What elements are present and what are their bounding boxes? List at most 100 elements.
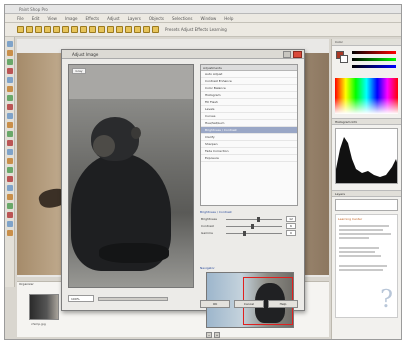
filter-item[interactable]: Sharpen	[201, 141, 297, 148]
tool-icon[interactable]	[7, 104, 13, 110]
tool-icon[interactable]	[7, 212, 13, 218]
tool-icon[interactable]	[7, 50, 13, 56]
zoom-field[interactable]: 100%	[68, 295, 94, 302]
toolbar-button-icon[interactable]	[53, 26, 60, 33]
toolbar-button-icon[interactable]	[62, 26, 69, 33]
toolbar-button-icon[interactable]	[98, 26, 105, 33]
toolbar-button-icon[interactable]	[80, 26, 87, 33]
filter-item[interactable]: Brightness / Contrast	[201, 127, 297, 134]
menu-item[interactable]: Edit	[32, 16, 40, 21]
menu-item[interactable]: Layers	[128, 16, 141, 21]
cancel-button[interactable]: Cancel	[234, 300, 264, 308]
menu-item[interactable]: Image	[65, 16, 78, 21]
right-panel: Color Histogram Info Layers Learning Cen…	[331, 39, 401, 339]
zoom-in-button[interactable]: +	[214, 332, 220, 338]
slider-thumb[interactable]	[251, 224, 255, 229]
tool-icon[interactable]	[7, 140, 13, 146]
green-slider[interactable]	[352, 58, 396, 61]
red-slider[interactable]	[352, 51, 396, 54]
menu-item[interactable]: Effects	[85, 16, 99, 21]
tool-icon[interactable]	[7, 176, 13, 182]
blue-slider[interactable]	[352, 65, 396, 68]
toolbar-button-icon[interactable]	[143, 26, 150, 33]
toolbar-button-icon[interactable]	[89, 26, 96, 33]
preview-scrollbar[interactable]	[98, 297, 168, 301]
toolbar-button-icon[interactable]	[116, 26, 123, 33]
toolbar-button-icon[interactable]	[26, 26, 33, 33]
tool-icon[interactable]	[7, 221, 13, 227]
filter-item[interactable]: Histogram	[201, 92, 297, 99]
toolbar-button-icon[interactable]	[125, 26, 132, 33]
tool-icon[interactable]	[7, 158, 13, 164]
menu-item[interactable]: Objects	[149, 16, 164, 21]
dialog-help-button[interactable]: Help	[268, 300, 298, 308]
filter-item[interactable]: Levels	[201, 106, 297, 113]
tool-icon[interactable]	[7, 95, 13, 101]
preview-pane[interactable]: Gray	[68, 64, 194, 288]
learning-center-title: Learning Center	[338, 217, 363, 221]
slider-track[interactable]	[226, 233, 282, 234]
layers-list[interactable]	[335, 199, 398, 211]
help-icon[interactable]	[283, 51, 291, 58]
filter-item[interactable]: Hue/Sat/Lum	[201, 120, 297, 127]
toolbar-button-icon[interactable]	[107, 26, 114, 33]
filter-item[interactable]: Clarify	[201, 134, 297, 141]
menu-item[interactable]: Selections	[172, 16, 193, 21]
help-line	[339, 233, 391, 235]
filter-item[interactable]: Curves	[201, 113, 297, 120]
toolbar-button-icon[interactable]	[71, 26, 78, 33]
slider-value-field[interactable]: 6	[286, 223, 296, 229]
zoom-out-button[interactable]: −	[206, 332, 212, 338]
toolbar-button-icon[interactable]	[35, 26, 42, 33]
tool-icon[interactable]	[7, 77, 13, 83]
histogram-tab[interactable]: Histogram Info	[332, 118, 401, 125]
close-icon[interactable]	[293, 51, 302, 58]
tool-icon[interactable]	[7, 185, 13, 191]
color-tab[interactable]: Color	[332, 39, 401, 46]
menu-item[interactable]: Adjust	[107, 16, 120, 21]
tool-icon[interactable]	[7, 230, 13, 236]
tool-icon[interactable]	[7, 194, 13, 200]
tool-icon[interactable]	[7, 131, 13, 137]
slider-value-field[interactable]: 12	[286, 216, 296, 222]
color-spectrum[interactable]	[335, 78, 398, 114]
preview-toggle[interactable]: Gray	[72, 68, 86, 74]
image-thumbnail[interactable]	[29, 294, 59, 320]
menu-item[interactable]: Window	[201, 16, 217, 21]
toolbar-button-icon[interactable]	[44, 26, 51, 33]
tool-icon[interactable]	[7, 122, 13, 128]
slider-value-field[interactable]: 0	[286, 230, 296, 236]
menu-item[interactable]: View	[47, 16, 57, 21]
navigator-title: Navigator	[200, 266, 215, 270]
filter-item[interactable]: Contrast Enhance	[201, 78, 297, 85]
slider-thumb[interactable]	[242, 231, 246, 236]
toolbar-button-icon[interactable]	[17, 26, 24, 33]
filter-item[interactable]: Fade Correction	[201, 148, 297, 155]
menu-item[interactable]: File	[17, 16, 24, 21]
tool-icon[interactable]	[7, 167, 13, 173]
background-swatch[interactable]	[340, 55, 348, 63]
tool-icon[interactable]	[7, 113, 13, 119]
help-line[interactable]	[339, 251, 375, 253]
layers-tab[interactable]: Layers	[332, 190, 401, 197]
filter-item[interactable]: Auto Adjust	[201, 71, 297, 78]
dialog-title-bar: Adjust Image	[62, 50, 304, 59]
slider-thumb[interactable]	[256, 217, 260, 222]
slider-track[interactable]	[226, 219, 282, 220]
tool-icon[interactable]	[7, 86, 13, 92]
menu-item[interactable]: Help	[224, 16, 233, 21]
ok-button[interactable]: OK	[200, 300, 230, 308]
tool-icon[interactable]	[7, 41, 13, 47]
tool-icon[interactable]	[7, 203, 13, 209]
help-line[interactable]	[339, 247, 379, 249]
organizer-tab[interactable]: Organizer	[17, 282, 57, 288]
filter-item[interactable]: Color Balance	[201, 85, 297, 92]
help-line[interactable]	[339, 255, 381, 257]
tool-icon[interactable]	[7, 59, 13, 65]
toolbar-button-icon[interactable]	[152, 26, 159, 33]
toolbar-button-icon[interactable]	[134, 26, 141, 33]
filter-item[interactable]: Fill Flash	[201, 99, 297, 106]
filter-item[interactable]: Exposure	[201, 155, 297, 162]
tool-icon[interactable]	[7, 149, 13, 155]
tool-icon[interactable]	[7, 68, 13, 74]
